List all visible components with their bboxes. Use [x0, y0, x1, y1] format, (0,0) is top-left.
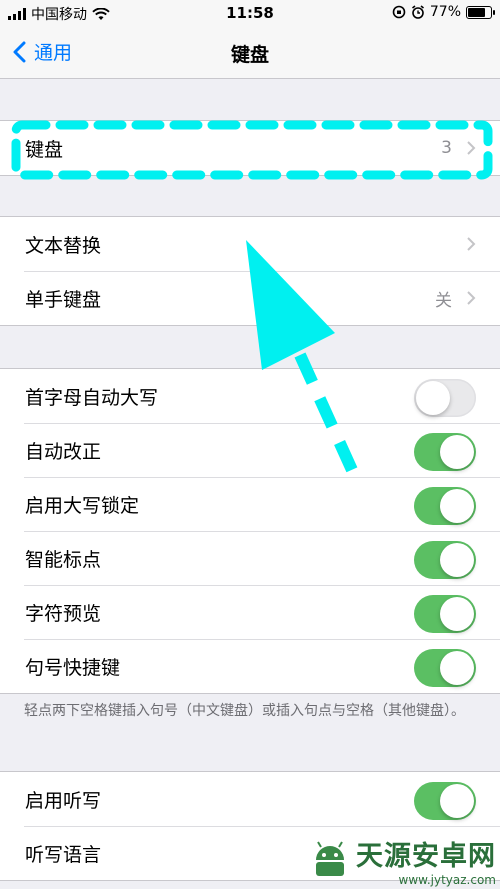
auto-capitalization-row: 首字母自动大写 [0, 369, 500, 423]
period-shortcut-footnote: 轻点两下空格键插入句号（中文键盘）或插入句点与空格（其他键盘）。 [24, 703, 465, 719]
auto-correction-row: 自动改正 [0, 423, 500, 477]
status-bar: 中国移动 11:58 77% [0, 0, 500, 26]
text-settings-group: 文本替换 单手键盘 关 [0, 216, 500, 326]
enable-dictation-row: 启用听写 [0, 772, 500, 826]
smart-punctuation-label: 智能标点 [25, 548, 102, 571]
one-handed-keyboard-value: 关 [435, 290, 452, 311]
character-preview-label: 字符预览 [25, 602, 102, 625]
period-shortcut-row: 句号快捷键 [0, 639, 500, 693]
caps-lock-toggle[interactable] [414, 487, 476, 525]
chevron-right-icon [467, 237, 476, 251]
auto-capitalization-toggle[interactable] [414, 379, 476, 417]
text-replacement-label: 文本替换 [25, 234, 102, 257]
navigation-bar: 通用 键盘 [0, 26, 500, 79]
keyboards-count: 3 [441, 138, 452, 158]
character-preview-row: 字符预览 [0, 585, 500, 639]
keyboards-label: 键盘 [25, 138, 64, 161]
dictation-language-label: 听写语言 [25, 843, 102, 866]
auto-correction-label: 自动改正 [25, 440, 102, 463]
one-handed-keyboard-label: 单手键盘 [25, 288, 102, 311]
android-robot-icon [316, 840, 344, 876]
period-shortcut-label: 句号快捷键 [25, 656, 121, 679]
period-shortcut-toggle[interactable] [414, 649, 476, 687]
auto-capitalization-label: 首字母自动大写 [25, 386, 159, 409]
chevron-right-icon [467, 291, 476, 305]
caps-lock-row: 启用大写锁定 [0, 477, 500, 531]
keyboards-row[interactable]: 键盘 3 [0, 121, 500, 175]
caps-lock-label: 启用大写锁定 [25, 494, 140, 517]
enable-dictation-toggle[interactable] [414, 782, 476, 820]
auto-correction-toggle[interactable] [414, 433, 476, 471]
watermark-logo: 天源安卓网 www.jytyaz.com [310, 834, 496, 887]
chevron-right-icon [467, 141, 476, 155]
watermark-url: www.jytyaz.com [398, 873, 497, 887]
battery-percent: 77% [429, 4, 461, 20]
orientation-lock-icon [392, 5, 406, 19]
battery-icon [466, 5, 495, 19]
page-title: 键盘 [230, 44, 269, 66]
keyboard-options-group: 首字母自动大写 自动改正 启用大写锁定 智能标点 字符预览 句号快捷键 [0, 368, 500, 694]
one-handed-keyboard-row[interactable]: 单手键盘 关 [0, 271, 500, 325]
smart-punctuation-toggle[interactable] [414, 541, 476, 579]
keyboards-group: 键盘 3 [0, 120, 500, 176]
alarm-icon [411, 5, 424, 19]
enable-dictation-label: 启用听写 [25, 789, 102, 812]
smart-punctuation-row: 智能标点 [0, 531, 500, 585]
character-preview-toggle[interactable] [414, 595, 476, 633]
text-replacement-row[interactable]: 文本替换 [0, 217, 500, 271]
watermark-title: 天源安卓网 [356, 841, 496, 872]
